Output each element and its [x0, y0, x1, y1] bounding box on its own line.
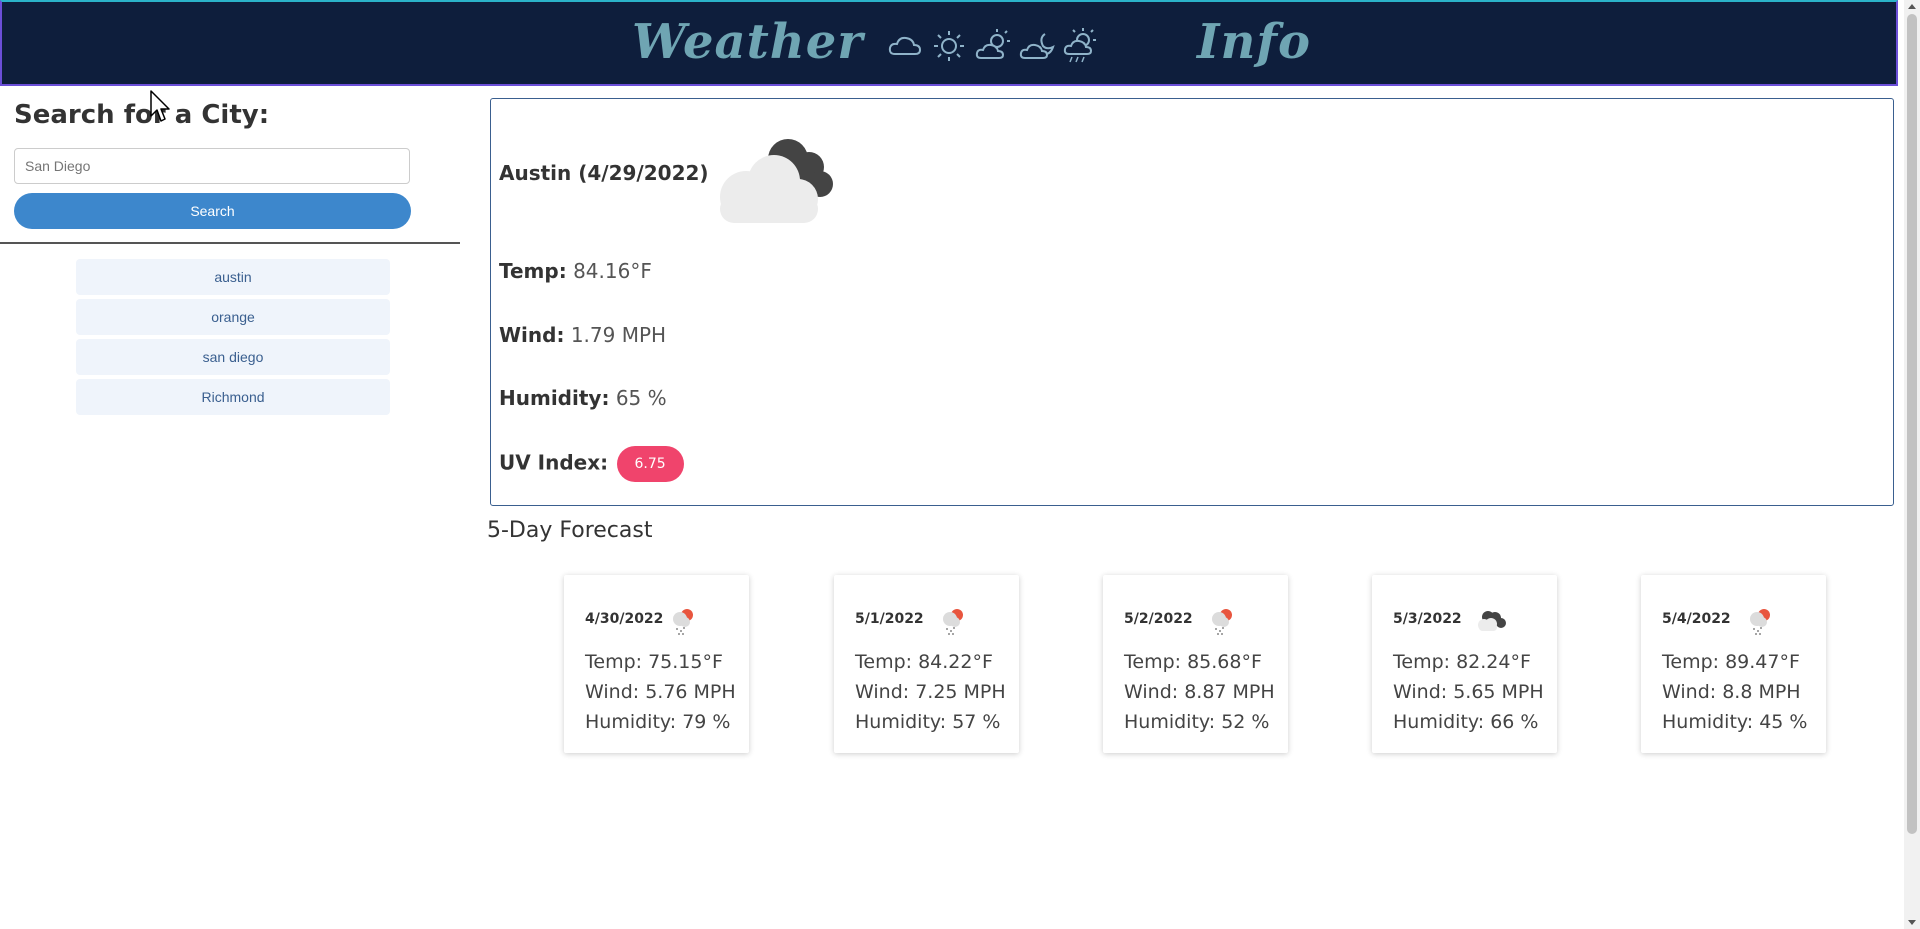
cloudy-night-icon	[1019, 33, 1055, 59]
forecast-wind: Wind: 5.65 MPH	[1393, 681, 1544, 703]
forecast-details: Temp: 85.68°F Wind: 8.87 MPH Humidity: 5…	[1124, 647, 1275, 737]
dark-cloud-icon	[1478, 611, 1506, 631]
cloud-icon	[888, 36, 922, 55]
forecast-temp: Temp: 82.24°F	[1393, 651, 1531, 673]
partly-sunny-icon	[975, 29, 1010, 59]
forecast-details: Temp: 82.24°F Wind: 5.65 MPH Humidity: 6…	[1393, 647, 1544, 737]
forecast-card: 5/3/2022 Temp: 82.24°F Wind: 5.65 MPH Hu…	[1372, 575, 1557, 753]
app-header: Weather Info	[0, 0, 1898, 86]
brand-title-left: Weather	[632, 14, 864, 70]
forecast-card: 5/4/2022 Temp: 89.47°F Wind: 8.8 MPH Hum…	[1641, 575, 1826, 753]
forecast-wind: Wind: 8.87 MPH	[1124, 681, 1275, 703]
forecast-temp: Temp: 89.47°F	[1662, 651, 1800, 673]
forecast-date: 5/1/2022	[855, 611, 924, 627]
mouse-cursor-icon	[150, 90, 170, 122]
history-item[interactable]: austin	[76, 259, 390, 295]
city-search-input[interactable]	[14, 148, 410, 184]
forecast-date: 5/4/2022	[1662, 611, 1731, 627]
forecast-details: Temp: 84.22°F Wind: 7.25 MPH Humidity: 5…	[855, 647, 1006, 737]
forecast-card: 5/1/2022 Temp: 84.22°F Wind: 7.25 MPH Hu…	[834, 575, 1019, 753]
forecast-date: 5/3/2022	[1393, 611, 1462, 627]
forecast-wind: Wind: 7.25 MPH	[855, 681, 1006, 703]
history-item[interactable]: Richmond	[76, 379, 390, 415]
scroll-down-arrow-icon[interactable]	[1908, 920, 1916, 925]
current-city-date: Austin (4/29/2022)	[499, 161, 709, 185]
forecast-temp: Temp: 75.15°F	[585, 651, 723, 673]
forecast-card: 5/2/2022 Temp: 85.68°F Wind: 8.87 MPH Hu…	[1103, 575, 1288, 753]
search-history-list: austin orange san diego Richmond	[76, 259, 390, 419]
vertical-scrollbar[interactable]	[1904, 0, 1920, 929]
brand-title-right: Info	[1197, 14, 1312, 70]
current-weather-card: Austin (4/29/2022) Temp: 84.16°F Wind: 1…	[490, 98, 1894, 506]
forecast-temp: Temp: 84.22°F	[855, 651, 993, 673]
scrollbar-thumb[interactable]	[1907, 14, 1917, 834]
forecast-title: 5-Day Forecast	[487, 518, 653, 543]
forecast-details: Temp: 89.47°F Wind: 8.8 MPH Humidity: 45…	[1662, 647, 1807, 737]
forecast-humidity: Humidity: 45 %	[1662, 711, 1808, 733]
scroll-up-arrow-icon[interactable]	[1908, 4, 1916, 9]
forecast-temp: Temp: 85.68°F	[1124, 651, 1262, 673]
forecast-date: 5/2/2022	[1124, 611, 1193, 627]
forecast-humidity: Humidity: 52 %	[1124, 711, 1270, 733]
forecast-wind: Wind: 8.8 MPH	[1662, 681, 1801, 703]
current-wind: Wind: 1.79 MPH	[499, 323, 667, 347]
forecast-humidity: Humidity: 57 %	[855, 711, 1001, 733]
uv-index-badge: 6.75	[616, 446, 684, 482]
snow-sun-icon	[1212, 609, 1232, 635]
snow-sun-icon	[673, 609, 693, 635]
forecast-card: 4/30/2022 Temp: 75.15°F Wind: 5.76 MPH H…	[564, 575, 749, 753]
sun-icon	[934, 31, 964, 61]
forecast-humidity: Humidity: 66 %	[1393, 711, 1539, 733]
search-button[interactable]: Search	[14, 193, 411, 229]
history-item[interactable]: orange	[76, 299, 390, 335]
forecast-wind: Wind: 5.76 MPH	[585, 681, 736, 703]
forecast-humidity: Humidity: 79 %	[585, 711, 731, 733]
header-weather-icons	[887, 26, 1099, 66]
sun-rain-icon	[1063, 28, 1096, 63]
panel-divider	[0, 242, 460, 244]
search-panel: Search for a City: Search austin orange …	[0, 86, 460, 929]
forecast-details: Temp: 75.15°F Wind: 5.76 MPH Humidity: 7…	[585, 647, 736, 737]
search-title: Search for a City:	[14, 100, 270, 130]
cloudy-overcast-icon	[720, 139, 833, 223]
current-uv: UV Index: 6.75	[499, 446, 684, 482]
snow-sun-icon	[1750, 609, 1770, 635]
forecast-date: 4/30/2022	[585, 611, 664, 627]
current-humidity: Humidity: 65 %	[499, 386, 667, 410]
current-temp: Temp: 84.16°F	[499, 259, 652, 283]
snow-sun-icon	[943, 609, 963, 635]
history-item[interactable]: san diego	[76, 339, 390, 375]
